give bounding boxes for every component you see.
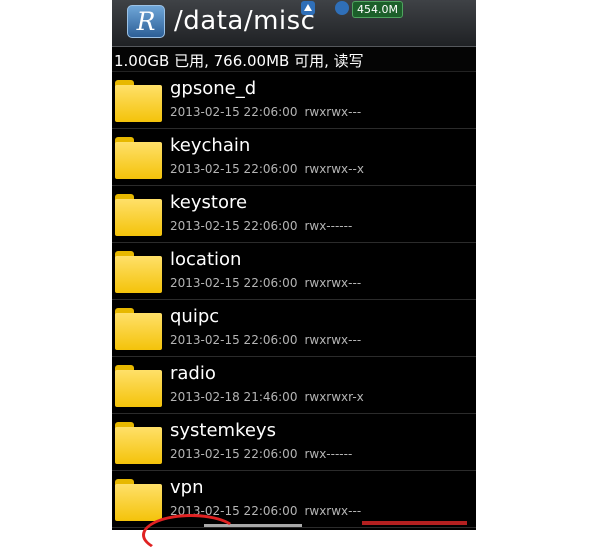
file-meta: 2013-02-15 22:06:00 rwx------ <box>170 219 352 233</box>
file-date: 2013-02-15 22:06:00 <box>170 105 298 119</box>
list-item[interactable]: radio 2013-02-18 21:46:00 rwxrwxr-x <box>112 357 476 414</box>
file-name: gpsone_d <box>170 78 257 99</box>
file-meta: 2013-02-18 21:46:00 rwxrwxr-x <box>170 390 364 404</box>
folder-icon <box>115 308 162 350</box>
folder-icon <box>115 251 162 293</box>
storage-info: 1.00GB 已用, 766.00MB 可用, 读写 <box>114 52 364 70</box>
red-circle-annotation <box>142 514 240 556</box>
storage-info-bar: 1.00GB 已用, 766.00MB 可用, 读写 <box>112 47 476 72</box>
file-list: gpsone_d 2013-02-15 22:06:00 rwxrwx--- ke… <box>112 72 476 528</box>
file-permissions: rwxrwx--- <box>304 333 362 347</box>
file-permissions: rwxrwxr-x <box>304 390 364 404</box>
file-date: 2013-02-15 22:06:00 <box>170 333 298 347</box>
folder-icon <box>115 365 162 407</box>
folder-icon <box>115 422 162 464</box>
file-name: radio <box>170 363 216 384</box>
folder-icon <box>115 194 162 236</box>
file-permissions: rwx------ <box>304 447 353 461</box>
file-name: keystore <box>170 192 248 213</box>
file-name: systemkeys <box>170 420 276 441</box>
sd-space-badge: 454.0M <box>352 1 403 18</box>
file-manager-screen: R /data/misc 454.0M 1.00GB 已用, 766.00MB … <box>112 0 476 530</box>
file-permissions: rwxrwx--- <box>304 504 362 518</box>
folder-icon <box>115 137 162 179</box>
file-name: vpn <box>170 477 204 498</box>
file-date: 2013-02-15 22:06:00 <box>170 276 298 290</box>
list-item[interactable]: systemkeys 2013-02-15 22:06:00 rwx------ <box>112 414 476 471</box>
file-meta: 2013-02-15 22:06:00 rwx------ <box>170 447 352 461</box>
file-name: keychain <box>170 135 251 156</box>
sd-card-icon <box>335 1 349 15</box>
file-permissions: rwx------ <box>304 219 353 233</box>
list-item[interactable]: keystore 2013-02-15 22:06:00 rwx------ <box>112 186 476 243</box>
file-name: quipc <box>170 306 220 327</box>
folder-icon <box>115 80 162 122</box>
list-item[interactable]: keychain 2013-02-15 22:06:00 rwxrwx--x <box>112 129 476 186</box>
file-meta: 2013-02-15 22:06:00 rwxrwx--- <box>170 105 361 119</box>
folder-icon <box>115 479 162 521</box>
list-item[interactable]: gpsone_d 2013-02-15 22:06:00 rwxrwx--- <box>112 72 476 129</box>
file-permissions: rwxrwx--- <box>304 276 362 290</box>
file-date: 2013-02-15 22:06:00 <box>170 447 298 461</box>
file-date: 2013-02-15 22:06:00 <box>170 162 298 176</box>
file-permissions: rwxrwx--x <box>304 162 364 176</box>
file-meta: 2013-02-15 22:06:00 rwxrwx--- <box>170 276 361 290</box>
upload-arrow-icon <box>301 1 315 15</box>
file-meta: 2013-02-15 22:06:00 rwxrwx--x <box>170 162 364 176</box>
file-meta: 2013-02-15 22:06:00 rwxrwx--- <box>170 333 361 347</box>
scroll-indicator[interactable] <box>362 521 467 525</box>
app-icon-letter: R <box>136 7 156 36</box>
file-name: location <box>170 249 242 270</box>
file-permissions: rwxrwx--- <box>304 105 362 119</box>
file-date: 2013-02-18 21:46:00 <box>170 390 298 404</box>
file-date: 2013-02-15 22:06:00 <box>170 219 298 233</box>
title-bar: R /data/misc 454.0M <box>112 0 476 47</box>
list-item[interactable]: location 2013-02-15 22:06:00 rwxrwx--- <box>112 243 476 300</box>
app-icon[interactable]: R <box>127 5 165 38</box>
list-item[interactable]: quipc 2013-02-15 22:06:00 rwxrwx--- <box>112 300 476 357</box>
current-path: /data/misc <box>174 6 316 36</box>
status-icons: 454.0M <box>296 0 416 22</box>
